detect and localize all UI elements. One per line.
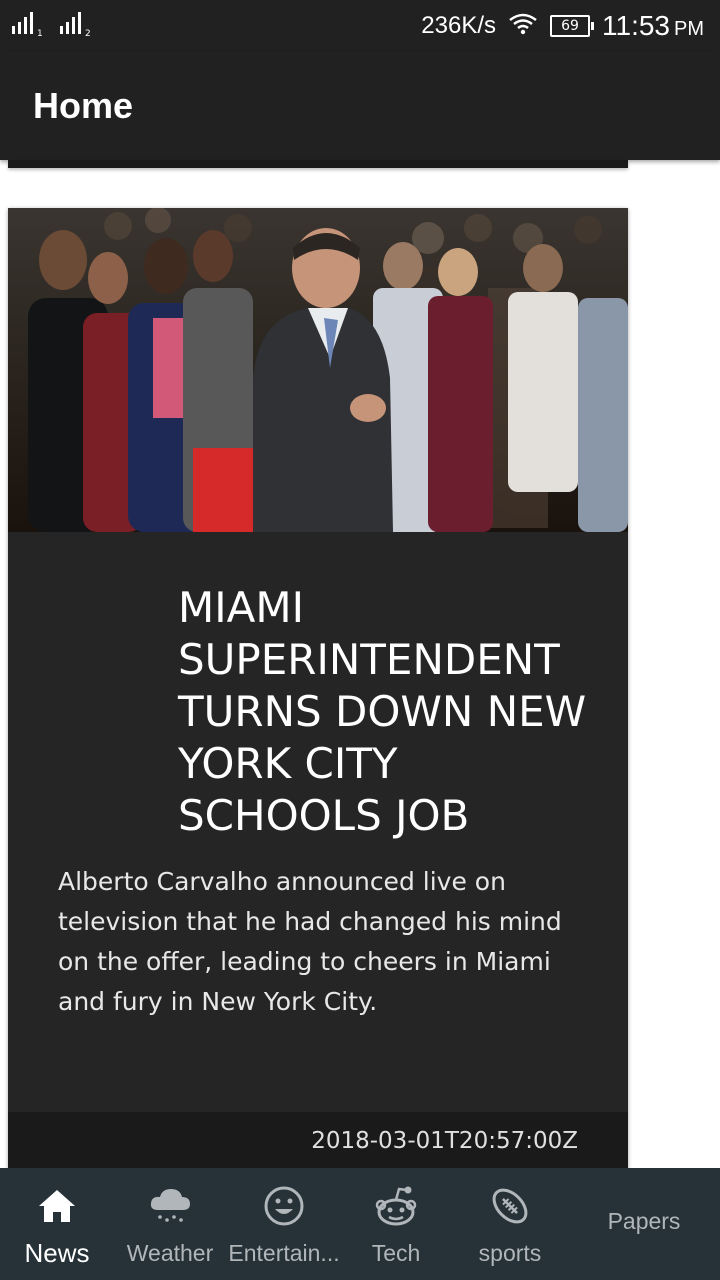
news-card[interactable]: MIAMI SUPERINTENDENT TURNS DOWN NEW YORK… [8, 208, 628, 1178]
clock-ampm: PM [674, 18, 704, 40]
nav-label-sports: sports [478, 1240, 542, 1266]
article-headline: MIAMI SUPERINTENDENT TURNS DOWN NEW YORK… [178, 583, 587, 840]
nav-label-weather: Weather [126, 1240, 214, 1266]
card-footer: 2018-03-01T20:57:00Z [8, 1112, 628, 1172]
home-icon [35, 1184, 79, 1228]
nav-label-papers: Papers [607, 1208, 681, 1234]
clock-time: 11:53 [602, 10, 670, 41]
nav-item-entertainment[interactable]: Entertain... [226, 1168, 342, 1280]
smiley-icon [262, 1184, 306, 1228]
status-bar: 1 2 236K/s 69 11:53 PM [0, 0, 720, 52]
signal-sim1-icon: 1 [12, 12, 44, 38]
previous-card-edge [8, 160, 628, 168]
battery-icon: 69 [550, 15, 594, 37]
nav-label-tech: Tech [371, 1240, 421, 1266]
reddit-icon [374, 1184, 418, 1228]
nav-item-papers[interactable]: Papers [590, 1168, 698, 1280]
article-summary: Alberto Carvalho announced live on telev… [58, 867, 562, 1016]
wifi-icon [508, 12, 538, 41]
nav-item-sports[interactable]: sports [462, 1168, 558, 1280]
nav-label-news: News [24, 1238, 90, 1268]
bottom-navigation: News Weather Entertain... Tech sports Pa… [0, 1168, 720, 1280]
page-title: Home [33, 85, 134, 126]
nav-label-entertainment: Entertain... [228, 1240, 340, 1266]
football-icon [488, 1184, 532, 1228]
cloud-rain-icon [148, 1184, 192, 1228]
nav-item-weather[interactable]: Weather [120, 1168, 220, 1280]
article-image [8, 208, 628, 532]
signal-sim2-icon: 2 [60, 12, 92, 38]
svg-text:2: 2 [85, 29, 91, 38]
nav-item-tech[interactable]: Tech [350, 1168, 442, 1280]
nav-item-news[interactable]: News [8, 1168, 106, 1280]
clock: 11:53 PM [602, 10, 704, 42]
svg-text:1: 1 [37, 29, 43, 38]
app-bar: Home [0, 52, 720, 160]
article-timestamp: 2018-03-01T20:57:00Z [311, 1128, 578, 1154]
network-speed: 236K/s [421, 12, 496, 39]
